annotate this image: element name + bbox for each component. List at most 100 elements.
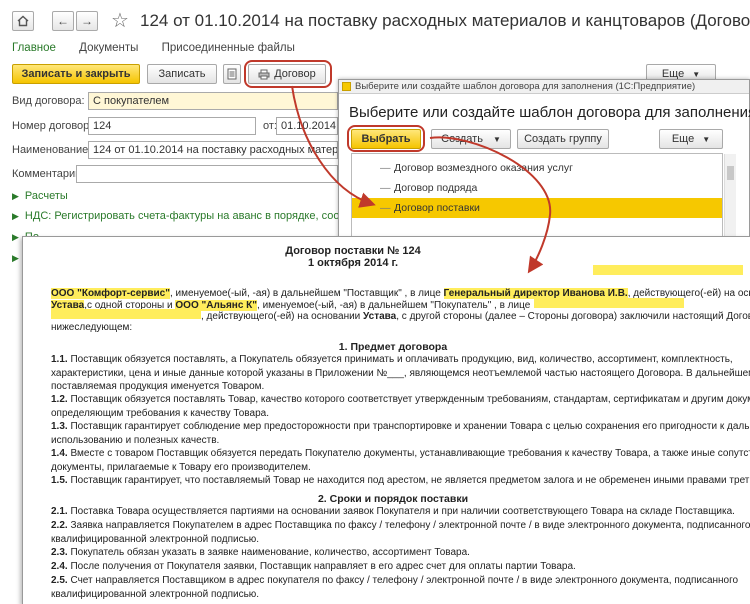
doc-line: 1.1. Поставщик обязуется поставлять, а П…: [51, 353, 750, 367]
create-label: Создать: [441, 133, 483, 145]
arrow-right-icon: →: [81, 14, 93, 28]
clause-text: Счет направляется Поставщиком в адрес по…: [67, 575, 739, 586]
more-label: Еще: [671, 133, 695, 145]
favorite-star-icon[interactable]: ☆: [111, 8, 129, 33]
contract-number-label: Номер договора:: [12, 120, 99, 132]
tab-attached-files[interactable]: Присоединенные файлы: [162, 42, 295, 54]
scrollbar-thumb[interactable]: [727, 166, 734, 180]
window-titlebar: ← → ☆ 124 от 01.10.2014 на поставку расх…: [0, 0, 750, 40]
list-scrollbar[interactable]: [724, 154, 736, 238]
clause-text: использованию и полезных качеств.: [51, 435, 220, 446]
clause-text: документы, прилагаемые к Товару его прои…: [51, 462, 311, 473]
list-item[interactable]: — Договор возмездного оказания услуг: [352, 158, 722, 178]
doc-line: 2.2. Заявка направляется Покупателем в а…: [51, 519, 750, 533]
doc-line: 1.2. Поставщик обязуется поставлять Това…: [51, 393, 750, 407]
form-tabs: Главное Документы Присоединенные файлы: [12, 42, 315, 58]
chevron-right-icon: ▶: [12, 253, 19, 263]
section-label: Расчеты: [24, 190, 68, 202]
section-vat[interactable]: ▶ НДС: Регистрировать счета-фактуры на ав…: [12, 210, 391, 222]
list-item-label: Договор подряда: [394, 182, 478, 194]
dash-icon: —: [380, 162, 391, 174]
clause-text: квалифицированной электронной подписью.: [51, 589, 260, 600]
dash-icon: —: [380, 182, 391, 194]
template-dialog: Выберите или создайте шаблон договора дл…: [338, 79, 750, 239]
clause-text: поставляемая продукция именуется Товаром…: [51, 381, 265, 392]
date-field[interactable]: 01.10.2014: [276, 117, 338, 135]
clause-number: 1.5.: [51, 475, 68, 486]
list-item-selected[interactable]: — Договор поставки: [352, 198, 722, 218]
doc-line: характеристики, цена и иные данные котор…: [51, 367, 750, 380]
dialog-title: Выберите или создайте шаблон договора дл…: [349, 104, 750, 121]
template-list: — Договор возмездного оказания услуг — Дог…: [351, 153, 736, 239]
section-label: НДС: Регистрировать счета-фактуры на ава…: [24, 210, 391, 222]
doc-line: 2.1. Поставка Товара осуществляется парт…: [51, 505, 750, 519]
clause-text: квалифицированной электронной подписью.: [51, 534, 260, 545]
blank-highlight: [534, 298, 685, 308]
doc-line: 1.3. Поставщик гарантирует соблюдение ме…: [51, 420, 750, 434]
doc-line: квалифицированной электронной подписью.: [51, 588, 750, 601]
clause-number: 1.4.: [51, 448, 68, 459]
clause-text: После получения от Покупателя заявки, По…: [67, 561, 576, 572]
clause-text: Поставщик обязуется поставлять, а Покупа…: [67, 354, 733, 365]
text-span: , действующего(-ей) на основании: [201, 311, 364, 322]
section-payments[interactable]: ▶ Расчеты: [12, 190, 68, 202]
section-1-body: 1.1. Поставщик обязуется поставлять, а П…: [51, 353, 750, 488]
name-field[interactable]: 124 от 01.10.2014 на поставку расходных …: [88, 141, 338, 159]
clause-text: Заявка направляется Покупателем в адрес …: [67, 520, 750, 531]
blank-highlight: [593, 265, 743, 275]
clause-number: 2.1.: [51, 506, 68, 517]
printer-icon: [258, 69, 270, 79]
clause-text: Поставщик обязуется поставлять Товар, ка…: [67, 394, 750, 405]
doc-line: 2.5. Счет направляется Поставщиком в адр…: [51, 574, 750, 588]
caret-down-icon: ▼: [702, 134, 711, 144]
clause-number: 2.3.: [51, 547, 68, 558]
clause-number: 1.1.: [51, 354, 68, 365]
doc-line: 2.4. После получения от Покупателя заявк…: [51, 560, 750, 574]
doc-line: поставляемая продукция именуется Товаром…: [51, 380, 750, 393]
more-button-dialog[interactable]: Еще ▼: [659, 129, 723, 149]
name-label: Наименование:: [12, 144, 92, 156]
clause-number: 1.3.: [51, 421, 68, 432]
list-item[interactable]: — Договор подряда: [352, 178, 722, 198]
chevron-right-icon: ▶: [12, 211, 19, 221]
home-icon: [17, 15, 29, 27]
buyer-basis: Устава: [363, 311, 397, 322]
save-and-close-button[interactable]: Записать и закрыть: [12, 64, 140, 84]
caret-down-icon: ▼: [492, 134, 501, 144]
contract-kind-field[interactable]: С покупателем: [88, 92, 338, 110]
back-button[interactable]: ←: [52, 11, 74, 31]
doc-line: 2.3. Покупатель обязан указать в заявке …: [51, 546, 750, 560]
home-button[interactable]: [12, 11, 34, 31]
intro-line-4: нижеследующем:: [51, 322, 133, 333]
tab-main[interactable]: Главное: [12, 42, 56, 54]
forward-button[interactable]: →: [76, 11, 98, 31]
clause-number: 1.2.: [51, 394, 68, 405]
doc-line: определяющим требования к качеству Товар…: [51, 407, 750, 420]
date-label: от:: [263, 120, 277, 132]
clause-number: 2.4.: [51, 561, 68, 572]
clause-text: Поставщик гарантирует, что поставляемый …: [67, 475, 750, 486]
doc-line: 1.5. Поставщик гарантирует, что поставля…: [51, 474, 750, 488]
create-group-button[interactable]: Создать группу: [517, 129, 609, 149]
dash-icon: —: [380, 202, 391, 214]
text-span: , с другой стороны (далее – Стороны дого…: [396, 311, 750, 322]
comment-field[interactable]: [76, 165, 338, 183]
contract-number-field[interactable]: 124: [88, 117, 256, 135]
clause-number: 2.5.: [51, 575, 68, 586]
create-button[interactable]: Создать ▼: [431, 129, 511, 149]
contract-print-button[interactable]: Договор: [248, 64, 326, 84]
comment-label: Комментарий:: [12, 168, 85, 180]
chevron-right-icon: ▶: [12, 191, 19, 201]
clause-text: Вместе с товаром Поставщик обязуется пер…: [67, 448, 750, 459]
list-item-label: Договор поставки: [394, 202, 480, 214]
highlight-ring: [347, 125, 425, 152]
dialog-window-title: Выберите или создайте шаблон договора дл…: [339, 80, 749, 94]
doc-line: использованию и полезных качеств.: [51, 434, 750, 447]
window-title: 124 от 01.10.2014 на поставку расходных …: [140, 11, 750, 30]
tab-documents[interactable]: Документы: [79, 42, 138, 54]
doc-line: документы, прилагаемые к Товару его прои…: [51, 461, 750, 474]
caret-down-icon: ▼: [692, 69, 701, 79]
document-list-button[interactable]: [223, 64, 241, 84]
save-button[interactable]: Записать: [147, 64, 217, 84]
app-icon: [342, 82, 351, 91]
